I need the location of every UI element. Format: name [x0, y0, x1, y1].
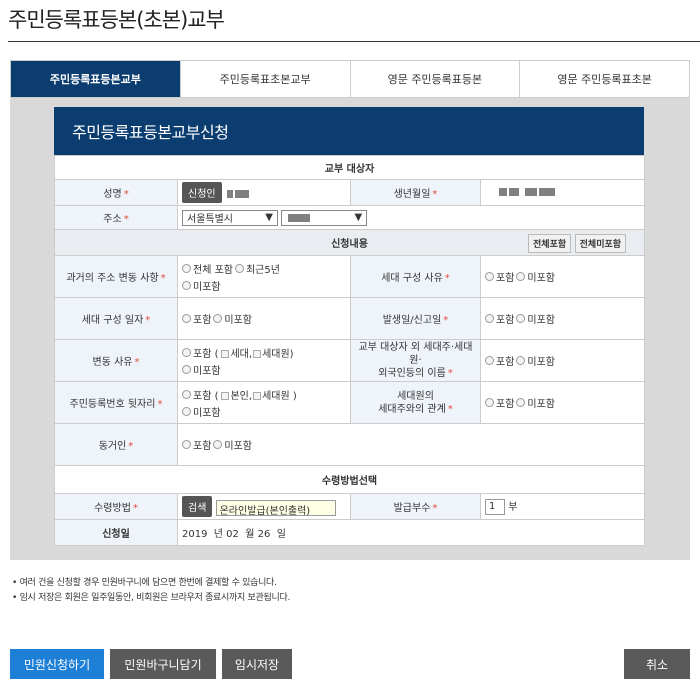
copies-unit: 부	[508, 502, 518, 513]
cancel-button[interactable]: 취소	[624, 649, 690, 679]
birth-value	[479, 179, 646, 206]
copies-label: 발급부수 *	[350, 493, 481, 520]
radio-exclude[interactable]: 미포함	[182, 362, 221, 377]
masked-name	[226, 190, 233, 198]
radio-exclude[interactable]: 미포함	[213, 437, 252, 452]
household-date-label: 세대 구성 일자 *	[54, 297, 178, 340]
radio-include[interactable]: 포함	[485, 269, 514, 284]
tab-resident-copy[interactable]: 주민등록표등본교부	[11, 61, 180, 97]
apply-button[interactable]: 민원신청하기	[10, 649, 104, 679]
change-reason-label: 변동 사유 *	[54, 339, 178, 382]
section-target: 교부 대상자	[53, 155, 646, 180]
radio-all[interactable]: 전체 포함	[182, 261, 233, 276]
masked-birth	[499, 188, 507, 196]
household-date-options: 포함 미포함	[177, 297, 351, 340]
apply-date-value: 2019 년 02 월 26 일	[176, 519, 646, 546]
relation-label: 세대원의 세대주와의 관계 *	[350, 381, 481, 424]
city-select[interactable]: 서울특별시 ▼	[182, 209, 278, 226]
name-value: 신청인	[177, 179, 351, 206]
radio-exclude[interactable]: 미포함	[516, 395, 555, 410]
chevron-down-icon: ▼	[354, 212, 363, 223]
radio-include[interactable]: 포함	[485, 311, 514, 326]
checkbox-self[interactable]	[221, 391, 230, 400]
past-address-options: 전체 포함 최근5년 미포함	[177, 255, 351, 298]
receive-method-field[interactable]: 온라인발급(본인출력)	[215, 500, 336, 517]
radio-exclude[interactable]: 미포함	[516, 311, 555, 326]
tab-bar: 주민등록표등본교부 주민등록표초본교부 영문 주민등록표등본 영문 주민등록표초…	[10, 60, 690, 98]
household-reason-label: 세대 구성 사유 *	[350, 255, 481, 298]
tab-english-copy[interactable]: 영문 주민등록표등본	[349, 61, 520, 97]
other-members-label: 교부 대상자 외 세대주·세대원· 외국인등의 이름 *	[350, 339, 481, 382]
notice-list: • 여러 건을 신청할 경우 민원바구니에 담으면 한번에 결제할 수 있습니다…	[12, 576, 290, 606]
checkbox-member[interactable]	[253, 391, 262, 400]
report-date-options: 포함 미포함	[479, 297, 646, 340]
past-address-label: 과거의 주소 변동 사항 *	[54, 255, 178, 298]
radio-include[interactable]: 포함	[182, 437, 211, 452]
checkbox-member[interactable]	[253, 349, 262, 358]
include-all-button[interactable]: 전체포함	[528, 234, 572, 253]
radio-exclude[interactable]: 미포함	[213, 311, 252, 326]
notice-item: • 여러 건을 신청할 경우 민원바구니에 담으면 한번에 결제할 수 있습니다…	[12, 578, 277, 588]
address-label: 주소 *	[54, 205, 178, 230]
radio-include[interactable]: 포함 (	[182, 345, 218, 360]
masked-birth	[509, 188, 519, 196]
masked-birth	[539, 188, 555, 196]
receive-method-label: 수령방법 *	[54, 493, 178, 520]
radio-include[interactable]: 포함 (	[182, 387, 218, 402]
report-date-label: 발생일/신고일 *	[350, 297, 481, 340]
radio-exclude[interactable]: 미포함	[516, 353, 555, 368]
cohabitant-options: 포함 미포함	[176, 423, 646, 466]
exclude-all-button[interactable]: 전체미포함	[574, 234, 627, 253]
copies-input[interactable]: 1	[485, 499, 505, 515]
name-label: 성명 *	[54, 179, 178, 206]
application-form: 주민등록표등본교부신청 교부 대상자 성명 * 신청인 생년월일 * 주소 * 서울특…	[53, 107, 646, 546]
temp-save-button[interactable]: 임시저장	[222, 649, 292, 679]
checkbox-head[interactable]	[221, 349, 230, 358]
radio-recent5[interactable]: 최근5년	[234, 261, 280, 276]
rrn-suffix-options: 포함 (본인, 세대원 ) 미포함	[177, 381, 351, 424]
search-button[interactable]: 검색	[182, 496, 213, 517]
tab-resident-abstract[interactable]: 주민등록표초본교부	[179, 61, 350, 97]
receive-method-value: 검색 온라인발급(본인출력)	[177, 493, 351, 520]
radio-exclude[interactable]: 미포함	[182, 278, 221, 293]
applicant-button[interactable]: 신청인	[182, 182, 222, 203]
masked-birth	[525, 188, 537, 196]
section-receive: 수령방법선택	[53, 465, 646, 494]
tab-english-abstract[interactable]: 영문 주민등록표초본	[519, 61, 689, 97]
radio-exclude[interactable]: 미포함	[182, 404, 221, 419]
household-reason-options: 포함 미포함	[479, 255, 646, 298]
district-select[interactable]: ▼	[281, 209, 368, 226]
change-reason-options: 포함 (세대, 세대원) 미포함	[177, 339, 351, 382]
other-members-options: 포함 미포함	[479, 339, 646, 382]
page-title: 주민등록표등본(초본)교부	[8, 8, 225, 32]
masked-name	[234, 190, 249, 198]
radio-include[interactable]: 포함	[182, 311, 211, 326]
section-content: 신청내용 전체포함 전체미포함	[53, 229, 646, 256]
radio-include[interactable]: 포함	[485, 353, 514, 368]
masked-district	[288, 213, 311, 222]
form-table: 교부 대상자 성명 * 신청인 생년월일 * 주소 * 서울특별시 ▼ ▼ 신청내용	[53, 155, 646, 546]
chevron-down-icon: ▼	[265, 212, 273, 223]
apply-date-label: 신청일	[54, 519, 178, 546]
rrn-suffix-label: 주민등록번호 뒷자리 *	[54, 381, 178, 424]
birth-label: 생년월일 *	[350, 179, 481, 206]
copies-value: 1 부	[479, 493, 646, 520]
radio-exclude[interactable]: 미포함	[516, 269, 555, 284]
title-divider	[8, 41, 700, 42]
relation-options: 포함 미포함	[479, 381, 646, 424]
address-value: 서울특별시 ▼ ▼	[176, 205, 646, 230]
radio-include[interactable]: 포함	[485, 395, 514, 410]
form-header: 주민등록표등본교부신청	[54, 107, 644, 155]
notice-item: • 임시 저장은 회원은 일주일동안, 비회원은 브라우저 종료시까지 보관됩니…	[12, 593, 290, 603]
cohabitant-label: 동거인 *	[54, 423, 178, 466]
add-to-cart-button[interactable]: 민원바구니담기	[110, 649, 216, 679]
